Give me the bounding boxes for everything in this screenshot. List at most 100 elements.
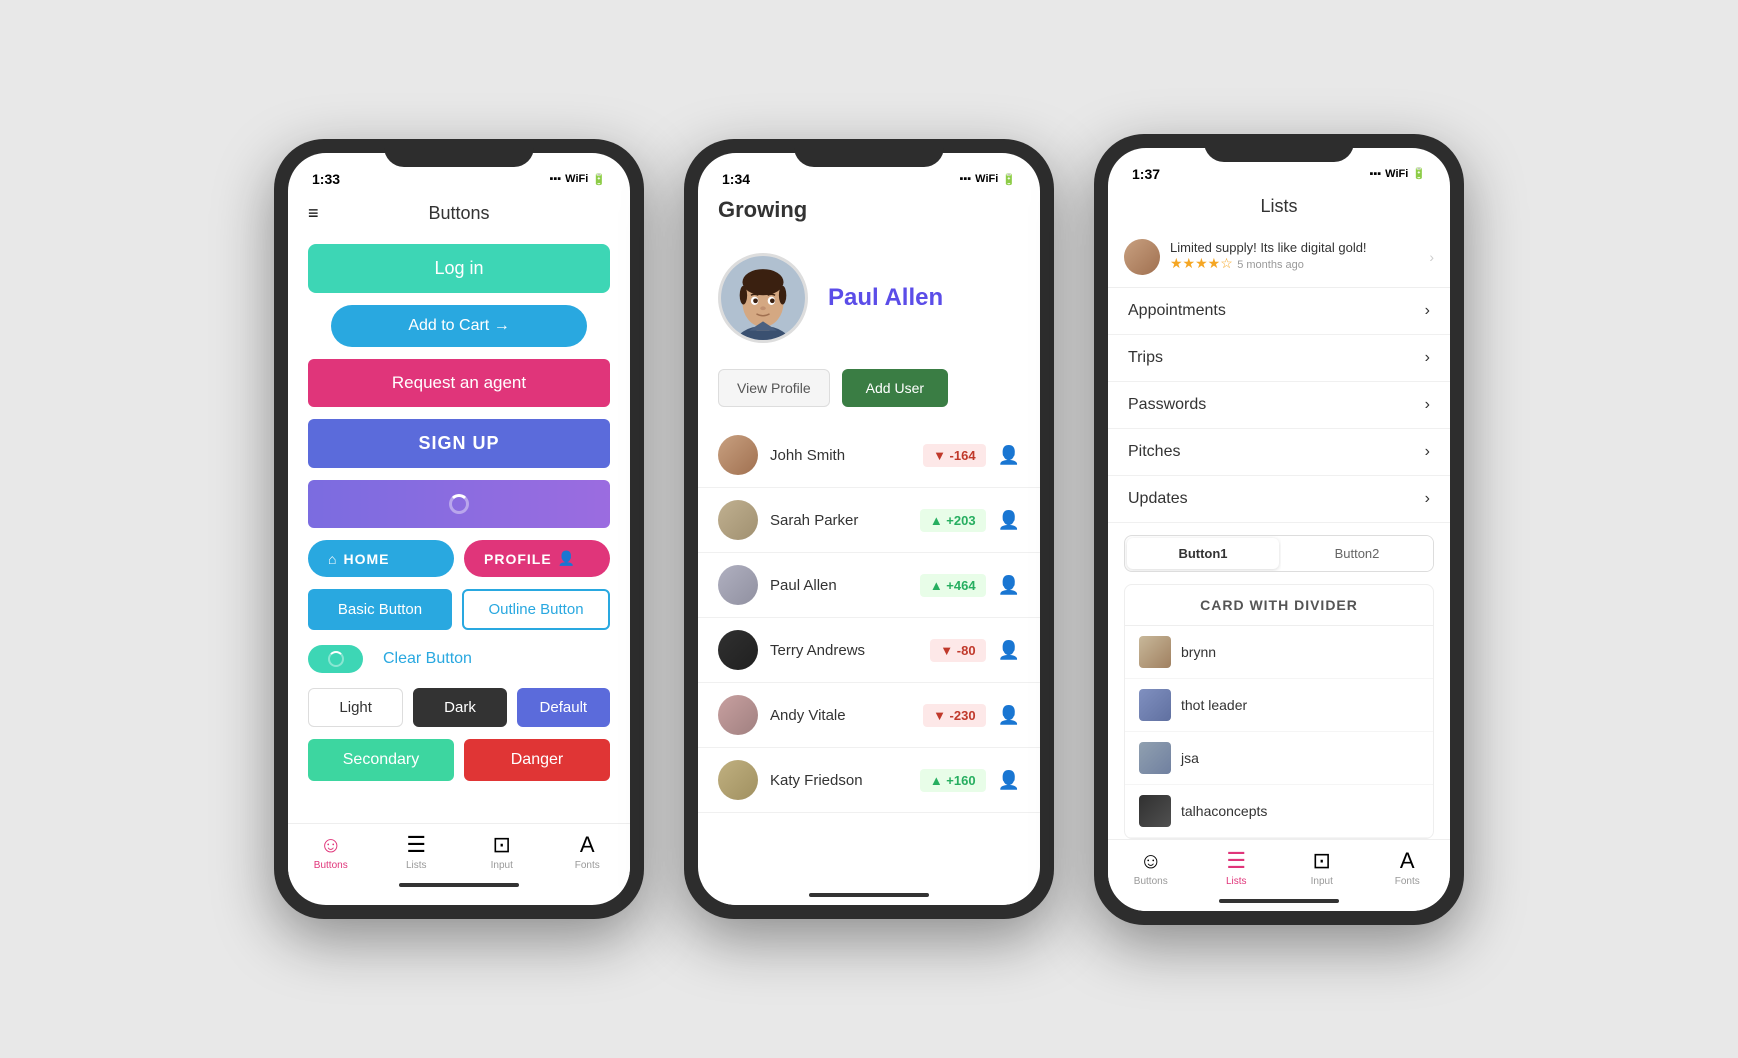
home-icon: ⌂ — [328, 551, 337, 567]
score-andy: ▼ -230 — [923, 704, 986, 727]
smiley-icon: ☺ — [320, 832, 342, 858]
tab-buttons[interactable]: ☺ Buttons — [288, 832, 374, 871]
tab3-input-label: Input — [1311, 876, 1333, 887]
tab3-buttons-label: Buttons — [1134, 876, 1168, 887]
home-button[interactable]: ⌂ HOME — [308, 540, 454, 577]
tab-input-label: Input — [491, 860, 513, 871]
card-avatar-talha — [1139, 795, 1171, 827]
review-banner[interactable]: Limited supply! Its like digital gold! ★… — [1108, 227, 1450, 288]
phone2-content: Growing — [698, 197, 1040, 905]
tab-input[interactable]: ⊡ Input — [459, 832, 545, 871]
fonts-icon-3: A — [1400, 848, 1415, 874]
card-name-brynn: brynn — [1181, 644, 1216, 660]
user-row: Sarah Parker ▲ +203 👤 — [698, 488, 1040, 553]
contact-icon-terry[interactable]: 👤 — [998, 640, 1020, 661]
default-button[interactable]: Default — [517, 688, 610, 727]
time-2: 1:34 — [722, 171, 750, 187]
growing-header: Growing — [698, 197, 1040, 233]
tab3-fonts-label: Fonts — [1395, 876, 1420, 887]
card-avatar-jsa — [1139, 742, 1171, 774]
light-button[interactable]: Light — [308, 688, 403, 727]
tab3-fonts[interactable]: A Fonts — [1365, 848, 1451, 887]
loading-button[interactable] — [308, 480, 610, 528]
user-avatar-paul — [718, 565, 758, 605]
tab-bar-3: ☺ Buttons ☰ Lists ⊡ Input A Fonts — [1108, 839, 1450, 891]
menu-trips[interactable]: Trips › — [1108, 335, 1450, 382]
contact-icon-johh[interactable]: 👤 — [998, 445, 1020, 466]
add-cart-button[interactable]: Add to Cart → — [331, 305, 588, 347]
menu-pitches[interactable]: Pitches › — [1108, 429, 1450, 476]
clear-button[interactable]: Clear Button — [383, 642, 472, 676]
profile-avatar-image — [721, 253, 805, 343]
tab-buttons-label: Buttons — [314, 860, 348, 871]
user-name-johh: Johh Smith — [770, 447, 911, 464]
review-time: 5 months ago — [1237, 259, 1304, 271]
toggle-btn-1[interactable]: Button1 — [1127, 538, 1279, 569]
user-name-paul: Paul Allen — [770, 577, 908, 594]
menu-updates[interactable]: Updates › — [1108, 476, 1450, 523]
toggle-btn-2[interactable]: Button2 — [1281, 536, 1433, 571]
contact-icon-paul[interactable]: 👤 — [998, 575, 1020, 596]
home-profile-row: ⌂ HOME PROFILE 👤 — [308, 540, 610, 577]
contact-icon-andy[interactable]: 👤 — [998, 705, 1020, 726]
profile-button[interactable]: PROFILE 👤 — [464, 540, 610, 577]
user-avatar-johh — [718, 435, 758, 475]
home-bar-3 — [1219, 899, 1339, 903]
agent-button[interactable]: Request an agent — [308, 359, 610, 407]
hamburger-icon[interactable]: ≡ — [308, 203, 319, 224]
card-list-item: brynn — [1125, 626, 1433, 679]
card-list-item: jsa — [1125, 732, 1433, 785]
phone3-content: Lists Limited supply! Its like digital g… — [1108, 192, 1450, 911]
contact-icon-sarah[interactable]: 👤 — [998, 510, 1020, 531]
tab-lists[interactable]: ☰ Lists — [374, 832, 460, 871]
contact-icon-katy[interactable]: 👤 — [998, 770, 1020, 791]
user-row: Andy Vitale ▼ -230 👤 — [698, 683, 1040, 748]
user-avatar-sarah — [718, 500, 758, 540]
review-chevron-icon: › — [1429, 249, 1434, 265]
review-avatar — [1124, 239, 1160, 275]
score-terry: ▼ -80 — [930, 639, 985, 662]
tab3-lists[interactable]: ☰ Lists — [1194, 848, 1280, 887]
tab3-buttons[interactable]: ☺ Buttons — [1108, 848, 1194, 887]
signup-button[interactable]: SIGN UP — [308, 419, 610, 468]
pitches-label: Pitches — [1128, 443, 1180, 461]
danger-button[interactable]: Danger — [464, 739, 610, 781]
login-button[interactable]: Log in — [308, 244, 610, 293]
user-row: Terry Andrews ▼ -80 👤 — [698, 618, 1040, 683]
phone1-content: ≡ Buttons Log in Add to Cart → Request a… — [288, 197, 630, 905]
outline-button[interactable]: Outline Button — [462, 589, 610, 630]
card-name-talha: talhaconcepts — [1181, 803, 1267, 819]
home-bar-1 — [399, 883, 519, 887]
trips-label: Trips — [1128, 349, 1163, 367]
home-indicator-1 — [288, 875, 630, 895]
add-user-button[interactable]: Add User — [842, 369, 948, 407]
home-indicator-3 — [1108, 891, 1450, 911]
phone-3: 1:37 ▪▪▪ WiFi 🔋 Lists Limited supply! It… — [1094, 134, 1464, 925]
menu-passwords[interactable]: Passwords › — [1108, 382, 1450, 429]
user-avatar-katy — [718, 760, 758, 800]
tab-fonts[interactable]: A Fonts — [545, 832, 631, 871]
status-icons-2: ▪▪▪ WiFi 🔋 — [959, 173, 1016, 186]
user-name-terry: Terry Andrews — [770, 642, 918, 659]
score-johh: ▼ -164 — [923, 444, 986, 467]
view-profile-button[interactable]: View Profile — [718, 369, 830, 407]
basic-button[interactable]: Basic Button — [308, 589, 452, 630]
profile-avatar — [718, 253, 808, 343]
basic-outline-row: Basic Button Outline Button — [308, 589, 610, 630]
phone-2-inner: 1:34 ▪▪▪ WiFi 🔋 Growing — [698, 153, 1040, 905]
appointments-label: Appointments — [1128, 302, 1226, 320]
tab-lists-label: Lists — [406, 860, 427, 871]
phone-3-inner: 1:37 ▪▪▪ WiFi 🔋 Lists Limited supply! It… — [1108, 148, 1450, 911]
status-icons-1: ▪▪▪ WiFi 🔋 — [549, 173, 606, 186]
dark-button[interactable]: Dark — [413, 688, 506, 727]
menu-appointments[interactable]: Appointments › — [1108, 288, 1450, 335]
toggle-switch[interactable] — [308, 645, 363, 673]
phone-1-inner: 1:33 ▪▪▪ WiFi 🔋 ≡ Buttons Log in Add to … — [288, 153, 630, 905]
tab3-input[interactable]: ⊡ Input — [1279, 848, 1365, 887]
input-icon: ⊡ — [493, 832, 511, 858]
profile-section: Paul Allen — [698, 233, 1040, 359]
user-name-sarah: Sarah Parker — [770, 512, 908, 529]
user-name-katy: Katy Friedson — [770, 772, 908, 789]
color-row: Secondary Danger — [308, 739, 610, 781]
secondary-button[interactable]: Secondary — [308, 739, 454, 781]
